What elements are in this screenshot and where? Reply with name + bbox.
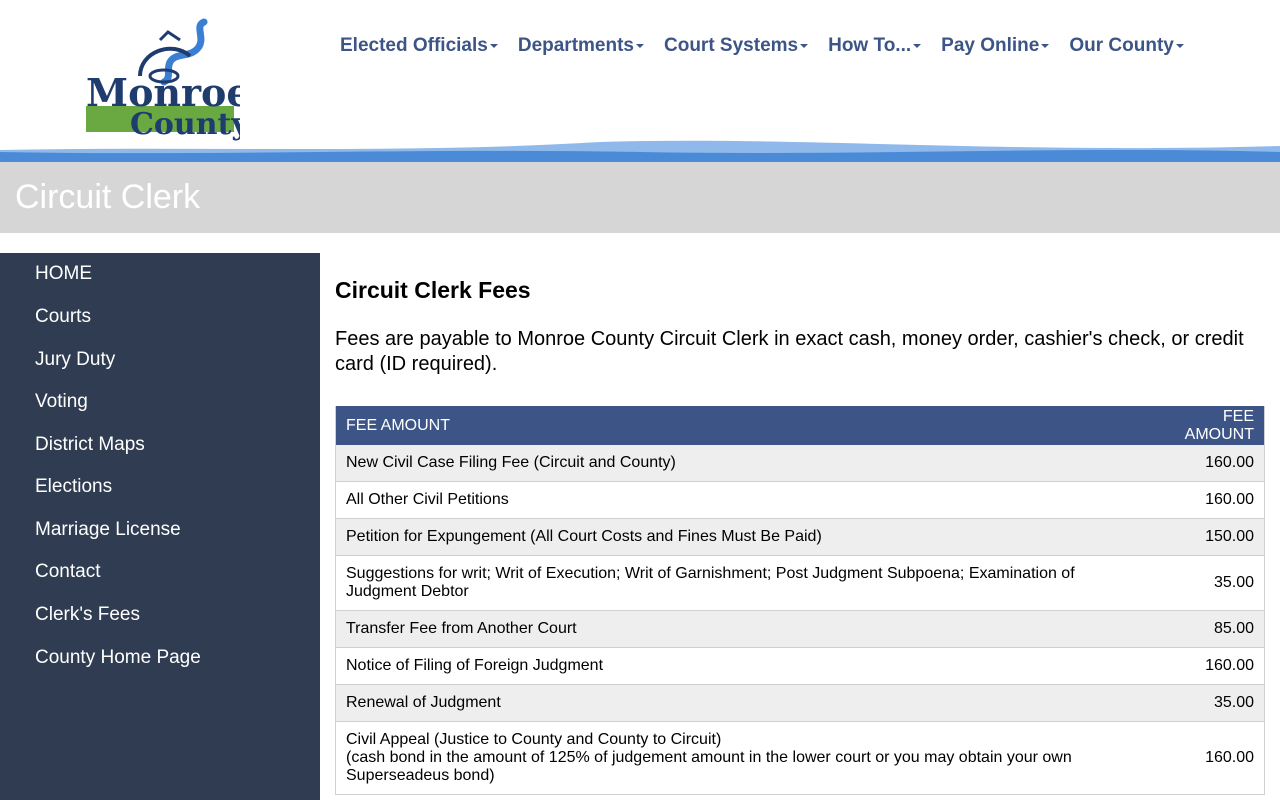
table-row: Transfer Fee from Another Court 85.00 (335, 610, 1265, 648)
table-header-row: FEE AMOUNT FEE AMOUNT (335, 406, 1265, 445)
fee-amount: 160.00 (1144, 647, 1265, 685)
caret-down-icon (1175, 43, 1184, 48)
fee-amount: 150.00 (1144, 518, 1265, 556)
fee-description: Suggestions for writ; Writ of Execution;… (335, 555, 1145, 611)
sidebar-item-district-maps[interactable]: District Maps (35, 434, 145, 456)
fee-amount: 35.00 (1144, 555, 1265, 611)
table-row: Suggestions for writ; Writ of Execution;… (335, 555, 1265, 611)
nav-how-to[interactable]: How To... (828, 34, 922, 58)
sidebar-item-contact[interactable]: Contact (35, 561, 100, 583)
fee-description-note: (cash bond in the amount of 125% of judg… (346, 749, 1072, 784)
sidebar-item-voting[interactable]: Voting (35, 391, 88, 413)
sidebar-item-county-home-page[interactable]: County Home Page (35, 647, 201, 669)
fee-description: Renewal of Judgment (335, 684, 1145, 722)
table-row: Civil Appeal (Justice to County and Coun… (335, 721, 1265, 795)
site-header: Monroe County Elected Officials Departme… (0, 0, 1280, 162)
intro-text: Fees are payable to Monroe County Circui… (335, 328, 1244, 375)
fee-description-block: Civil Appeal (Justice to County and Coun… (335, 721, 1145, 795)
caret-down-icon (636, 43, 644, 48)
table-row: Petition for Expungement (All Court Cost… (335, 518, 1265, 556)
caret-down-icon (800, 43, 809, 48)
nav-our-county[interactable]: Our County (1069, 34, 1184, 58)
column-header-fee: FEE AMOUNT (335, 406, 1145, 445)
fee-description: Transfer Fee from Another Court (335, 610, 1145, 648)
caret-down-icon (1041, 43, 1050, 48)
fee-description: Civil Appeal (Justice to County and Coun… (346, 731, 722, 748)
fee-description: All Other Civil Petitions (335, 481, 1145, 519)
fee-amount: 160.00 (1144, 721, 1265, 795)
header-wave (0, 140, 1280, 162)
sidebar-item-courts[interactable]: Courts (35, 306, 91, 328)
table-row: Notice of Filing of Foreign Judgment 160… (335, 647, 1265, 685)
sidebar-item-marriage-license[interactable]: Marriage License (35, 519, 181, 541)
sidebar: HOME Courts Jury Duty Voting District Ma… (0, 253, 320, 800)
table-row: New Civil Case Filing Fee (Circuit and C… (335, 445, 1265, 482)
sidebar-item-clerks-fees[interactable]: Clerk's Fees (35, 604, 140, 626)
fee-amount: 160.00 (1144, 481, 1265, 519)
fee-description: Notice of Filing of Foreign Judgment (335, 647, 1145, 685)
fee-amount: 85.00 (1144, 610, 1265, 648)
monroe-county-logo[interactable]: Monroe County (84, 18, 240, 146)
nav-pay-online[interactable]: Pay Online (941, 34, 1050, 58)
fee-amount: 160.00 (1144, 445, 1265, 482)
nav-elected-officials[interactable]: Elected Officials (340, 34, 498, 58)
sidebar-item-home[interactable]: HOME (35, 263, 92, 285)
page-title: Circuit Clerk (15, 178, 201, 216)
main-nav: Elected Officials Departments Court Syst… (340, 34, 1204, 58)
content-heading: Circuit Clerk Fees (335, 277, 531, 303)
nav-departments[interactable]: Departments (518, 34, 644, 58)
sidebar-item-jury-duty[interactable]: Jury Duty (35, 349, 115, 371)
fee-description: Petition for Expungement (All Court Cost… (335, 518, 1145, 556)
column-header-amount: FEE AMOUNT (1144, 406, 1265, 445)
fee-description: New Civil Case Filing Fee (Circuit and C… (335, 445, 1145, 482)
nav-court-systems[interactable]: Court Systems (664, 34, 809, 58)
fee-amount: 35.00 (1144, 684, 1265, 722)
sidebar-item-elections[interactable]: Elections (35, 476, 112, 498)
fees-table: FEE AMOUNT FEE AMOUNT New Civil Case Fil… (335, 406, 1265, 795)
table-row: All Other Civil Petitions 160.00 (335, 481, 1265, 519)
caret-down-icon (489, 43, 498, 48)
page-title-bar: Circuit Clerk (0, 162, 1280, 233)
caret-down-icon (913, 43, 922, 48)
table-row: Renewal of Judgment 35.00 (335, 684, 1265, 722)
